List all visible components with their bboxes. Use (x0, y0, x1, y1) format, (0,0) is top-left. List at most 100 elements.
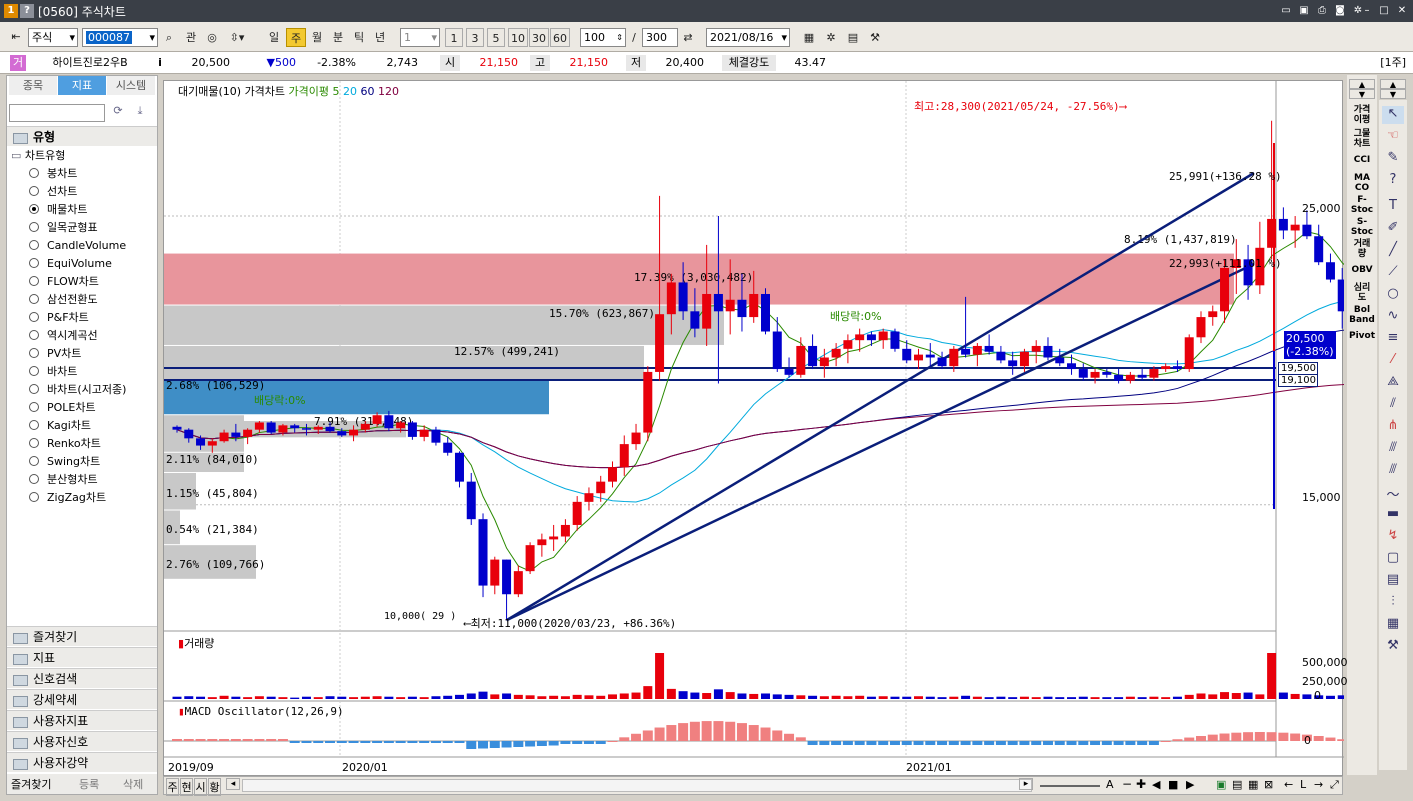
tree-root[interactable]: ▭ 차트유형 (11, 148, 65, 164)
radio-icon[interactable] (29, 384, 39, 394)
radio-icon[interactable] (29, 402, 39, 412)
period-day[interactable]: 일 (264, 28, 284, 47)
chart-type-item[interactable]: POLE차트 (29, 399, 96, 416)
restore-layout-icon[interactable]: ▭ (1279, 4, 1293, 18)
horizontal-scrollbar[interactable] (242, 779, 1032, 792)
indicator-button[interactable]: F- Stoc (1348, 195, 1376, 215)
font-icon[interactable]: A (1106, 778, 1114, 791)
ruler-tool-icon[interactable]: ▬ (1382, 506, 1404, 524)
footer-register[interactable]: 등록 (79, 776, 99, 792)
chart-type-item[interactable]: 일목균형표 (29, 219, 98, 236)
window-tool-icon[interactable]: ▢ (1382, 550, 1404, 568)
indicator-button[interactable]: OBV (1348, 265, 1376, 275)
radio-icon[interactable] (29, 168, 39, 178)
section-header[interactable]: 지표 (7, 647, 157, 667)
period-tick[interactable]: 틱 (349, 28, 369, 47)
quick-5[interactable]: 5 (487, 28, 505, 47)
indicator-button[interactable]: CCI (1348, 155, 1376, 165)
indicator-button[interactable]: S- Stoc (1348, 217, 1376, 237)
wave-tool-icon[interactable]: ⋔ (1382, 418, 1404, 436)
chart-type-item[interactable]: ZigZag차트 (29, 489, 106, 506)
chart-type-item[interactable]: 바차트 (29, 363, 77, 380)
ray-tool-icon[interactable]: ⟋ (1382, 264, 1404, 282)
period-week[interactable]: 주 (286, 28, 306, 47)
chart-type-item[interactable]: 봉차트 (29, 165, 77, 182)
market-select[interactable]: 주식 ▾ (28, 28, 78, 47)
l-icon[interactable]: L (1300, 778, 1306, 791)
channel-tool-icon[interactable]: ⫻ (1382, 440, 1404, 458)
line-tool-icon[interactable]: ╱ (1382, 242, 1404, 260)
radio-icon[interactable] (29, 312, 39, 322)
gwan-button[interactable]: 관 (181, 28, 201, 47)
chart-type-item[interactable]: FLOW차트 (29, 273, 99, 290)
scroll-left-icon[interactable]: ◂ (226, 778, 240, 790)
indicator-button[interactable]: Pivot (1348, 331, 1376, 341)
fib-tool-icon[interactable]: ⫽ (1382, 396, 1404, 414)
speed-tool-icon[interactable]: ⫻ (1382, 462, 1404, 480)
quick-3[interactable]: 3 (466, 28, 484, 47)
radio-icon[interactable] (29, 204, 39, 214)
trend-tool-icon[interactable]: 〜 (1382, 484, 1404, 503)
settings-icon[interactable]: ✲ (822, 28, 840, 47)
auto-tool-icon[interactable]: ↯ (1382, 528, 1404, 546)
radio-icon[interactable] (29, 492, 39, 502)
grid-tool-icon[interactable]: ▦ (1382, 616, 1404, 634)
save-icon[interactable]: ▣ (1297, 4, 1311, 18)
close-icon[interactable]: ✕ (1395, 4, 1409, 18)
minimize-icon[interactable]: – (1360, 4, 1374, 18)
footer-delete[interactable]: 삭제 (123, 776, 143, 792)
back-icon[interactable]: ← (1284, 778, 1293, 791)
radio-icon[interactable] (29, 276, 39, 286)
text-tool-icon[interactable]: T (1382, 198, 1404, 216)
question-icon[interactable]: ? (1382, 172, 1404, 190)
section-header[interactable]: 신호검색 (7, 668, 157, 688)
tab-hyeon[interactable]: 현 (180, 778, 193, 796)
chart-type-item[interactable]: EquiVolume (29, 255, 112, 272)
code-input[interactable]: 000087 ▾ (82, 28, 158, 47)
zoom-slider[interactable] (1040, 785, 1100, 787)
gann-tool-icon[interactable]: ⁄ (1382, 352, 1404, 370)
fan-tool-icon[interactable]: ⟁ (1382, 374, 1404, 392)
refresh-icon[interactable]: ⇄ (680, 28, 696, 47)
prev-icon[interactable]: ◀ (1152, 778, 1160, 791)
period-minute[interactable]: 분 (328, 28, 348, 47)
right-scroll-btn[interactable]: ▲ (1380, 79, 1406, 89)
interval-select[interactable]: 1 ▾ (400, 28, 440, 47)
indicator-button[interactable]: MA CO (1348, 173, 1376, 193)
spin-arrows-icon[interactable]: ⇕ (616, 29, 623, 46)
section-header[interactable]: 강세약세 (7, 689, 157, 709)
section-header[interactable]: 즐겨찾기 (7, 626, 157, 646)
left-search-input[interactable] (9, 104, 105, 122)
chart-type-item[interactable]: 삼선전환도 (29, 291, 98, 308)
hline-tool-icon[interactable]: ≡ (1382, 330, 1404, 348)
cycle-tool-icon[interactable]: ∿ (1382, 308, 1404, 326)
minus-icon[interactable]: − (1122, 777, 1132, 791)
reload-icon[interactable]: ⟳ (109, 104, 127, 122)
chart-type-item[interactable]: 분산형차트 (29, 471, 98, 488)
chart-type-item[interactable]: PV차트 (29, 345, 81, 362)
footer-favorites[interactable]: 즐겨찾기 (11, 776, 51, 792)
section-header[interactable]: 사용자신호 (7, 731, 157, 751)
count-input[interactable]: 100 ⇕ (580, 28, 626, 47)
chart-area[interactable]: 8.19% (1,437,819) 17.39% (3,030,482) 15.70… (163, 80, 1348, 777)
plus-icon[interactable]: ✚ (1136, 777, 1146, 791)
radio-icon[interactable] (29, 294, 39, 304)
total-input[interactable]: 300 (642, 28, 678, 47)
date-select[interactable]: 2021/08/16 ▾ (706, 28, 790, 47)
radio-icon[interactable] (29, 330, 39, 340)
scroll-right-icon[interactable]: ▸ (1019, 778, 1033, 790)
quick-10[interactable]: 10 (508, 28, 528, 47)
search-icon[interactable]: ⌕ (160, 28, 178, 47)
pen-icon[interactable]: ✐ (1382, 220, 1404, 238)
disk-icon[interactable]: ▤ (1232, 778, 1242, 791)
help-badge[interactable]: ? (20, 4, 34, 18)
chart-svg[interactable]: 8.19% (1,437,819)17.39% (3,030,482)15.70… (164, 81, 1344, 777)
period-year[interactable]: 년 (370, 28, 390, 47)
scroll-up-icon[interactable]: ▲ (1349, 79, 1375, 89)
section-header[interactable]: 사용자지표 (7, 710, 157, 730)
expand-icon[interactable]: ⤢ (1330, 778, 1339, 792)
right-scroll-btn-2[interactable]: ▼ (1380, 89, 1406, 99)
pointer-icon[interactable]: ↖ (1382, 106, 1404, 124)
chart-type-item[interactable]: Swing차트 (29, 453, 100, 470)
chart-type-item[interactable]: 매물차트 (29, 201, 87, 218)
